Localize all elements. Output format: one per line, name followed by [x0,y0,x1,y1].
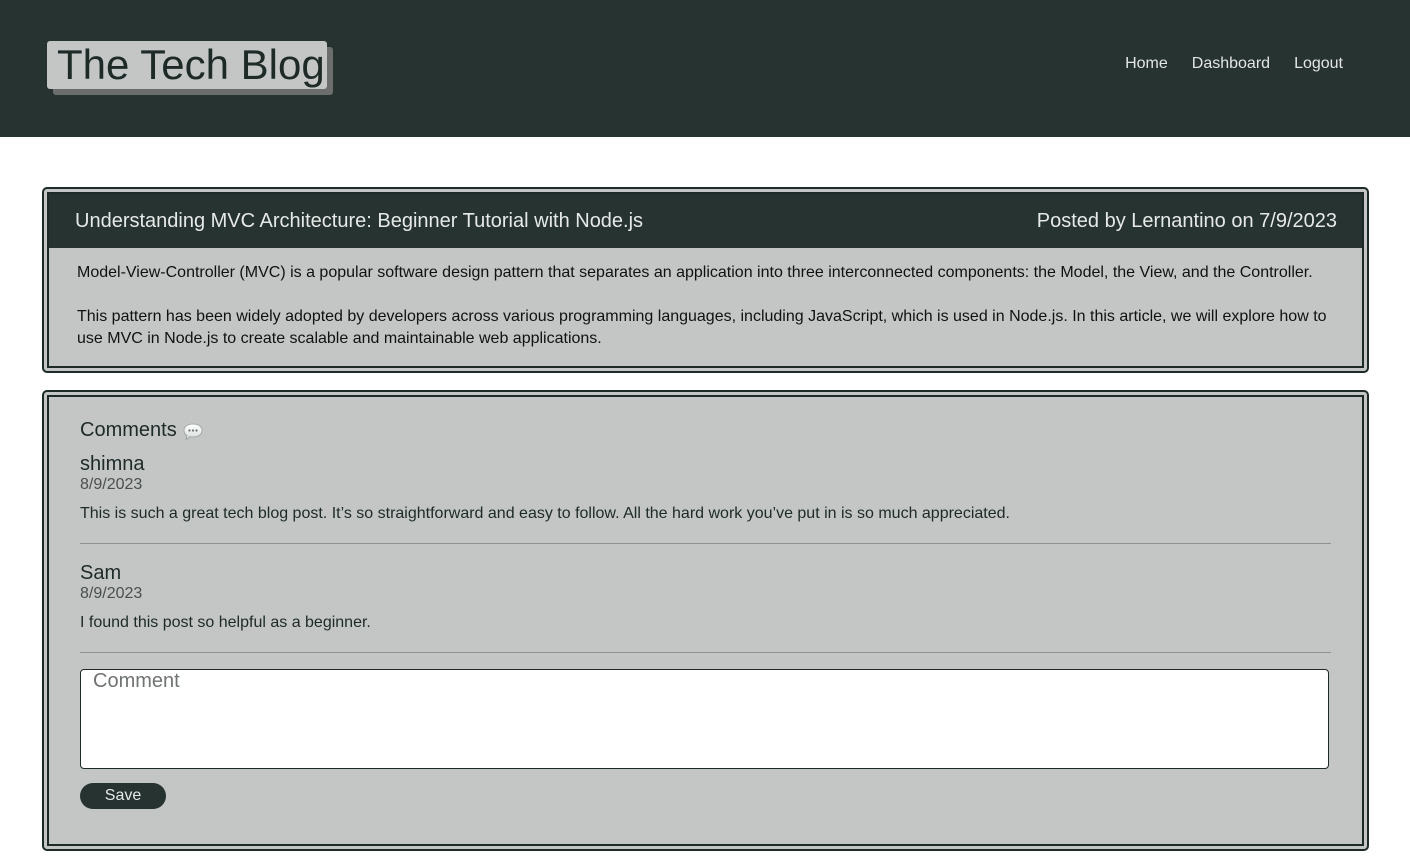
post-byline: Posted by Lernantino on 7/9/2023 [1036,209,1337,232]
comment-date: 8/9/2023 [80,476,143,493]
nav-dashboard-link[interactable]: Dashboard [1192,53,1270,75]
post-card-inner: Understanding MVC Architecture: Beginner… [47,192,1364,368]
post-paragraph: This pattern has been widely adopted by … [77,308,1327,347]
main-nav: Home Dashboard Logout [1125,53,1343,75]
comment-date: 8/9/2023 [80,585,143,602]
comments-title: Comments [80,419,177,441]
nav-home-link[interactable]: Home [1125,53,1168,75]
comments-heading: Comments [80,417,1331,443]
site-header: The Tech Blog Home Dashboard Logout [0,0,1410,137]
comment-input[interactable] [80,669,1329,769]
brand-title[interactable]: The Tech Blog [47,41,327,89]
comment-text: This is such a great tech blog post. It’… [80,505,1010,522]
comment-item: Sam 8/9/2023 I found this post so helpfu… [80,544,1331,653]
save-button[interactable]: Save [80,783,166,809]
comment-author: shimna [80,453,145,475]
post-card: Understanding MVC Architecture: Beginner… [42,187,1369,373]
speech-bubble-icon [183,422,203,441]
post-body: Model-View-Controller (MVC) is a popular… [49,248,1362,350]
post-paragraph: Model-View-Controller (MVC) is a popular… [77,264,1313,281]
comment-author: Sam [80,562,122,584]
post-header: Understanding MVC Architecture: Beginner… [49,194,1362,248]
site-brand[interactable]: The Tech Blog [47,41,333,95]
comments-card-inner: Comments shimna 8/9/2023 This is such a … [47,395,1364,846]
post-title: Understanding MVC Architecture: Beginner… [75,209,644,232]
comment-item: shimna 8/9/2023 This is such a great tec… [80,443,1331,544]
nav-logout-link[interactable]: Logout [1294,53,1343,75]
comment-text: I found this post so helpful as a beginn… [80,614,371,631]
comments-card: Comments shimna 8/9/2023 This is such a … [42,390,1369,851]
